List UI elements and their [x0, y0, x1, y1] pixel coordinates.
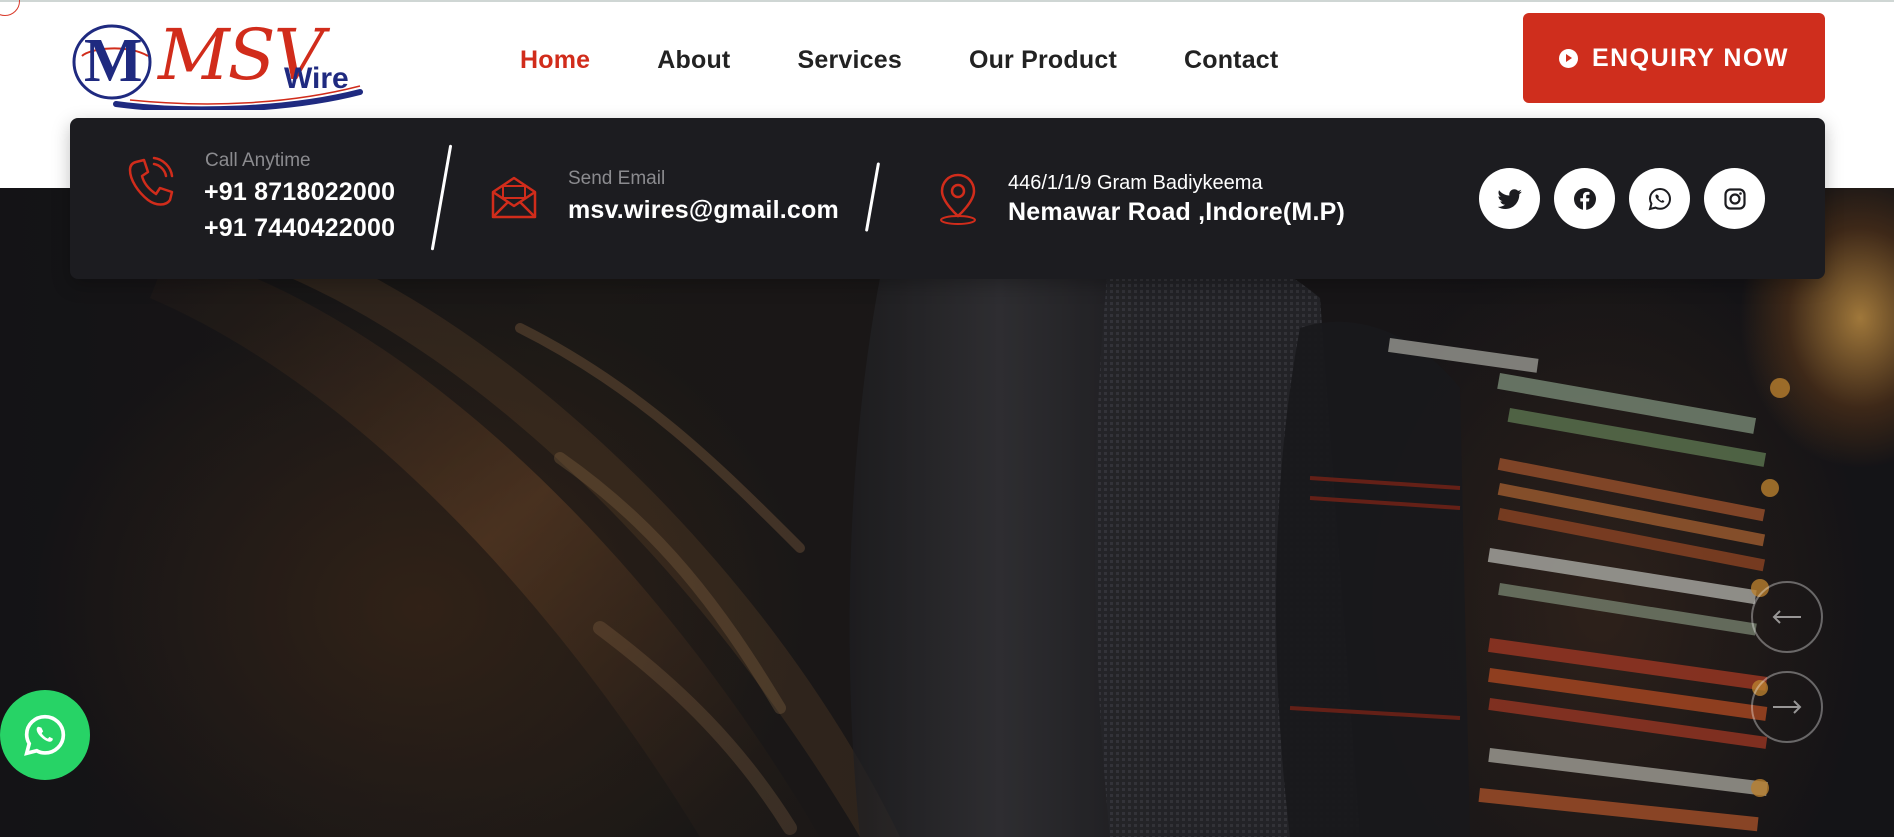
- whatsapp-icon: [1648, 187, 1671, 210]
- logo-subtext: Wire: [284, 62, 349, 95]
- slider-prev-button[interactable]: [1751, 581, 1823, 653]
- arrow-right-icon: [1773, 700, 1802, 714]
- social-instagram-button[interactable]: [1704, 168, 1765, 229]
- enquiry-button-label: ENQUIRY NOW: [1591, 43, 1790, 72]
- phone-number-primary[interactable]: +91 8718022000: [204, 178, 395, 207]
- phone-icon: [128, 156, 174, 206]
- social-twitter-button[interactable]: [1479, 168, 1540, 229]
- call-label: Call Anytime: [205, 150, 311, 171]
- envelope-icon: [491, 176, 537, 219]
- nav-item-our-product[interactable]: Our Product: [969, 46, 1117, 75]
- map-pin-icon: [940, 173, 976, 225]
- instagram-icon: [1723, 187, 1746, 210]
- nav-item-services[interactable]: Services: [797, 46, 901, 75]
- floating-whatsapp-button[interactable]: [0, 690, 90, 780]
- address-line-1: 446/1/1/9 Gram Badiykeema: [1008, 172, 1263, 194]
- site-logo[interactable]: M MSV Wire: [70, 14, 370, 113]
- enquiry-now-button[interactable]: ENQUIRY NOW: [1523, 13, 1825, 103]
- slider-next-button[interactable]: [1751, 671, 1823, 743]
- arrow-left-icon: [1772, 610, 1801, 624]
- logo-letter: M: [84, 27, 143, 95]
- hero-banner: [0, 188, 1894, 837]
- nav-item-home[interactable]: Home: [520, 46, 590, 75]
- whatsapp-icon: [24, 714, 66, 756]
- email-address[interactable]: msv.wires@gmail.com: [568, 196, 839, 225]
- divider: [430, 144, 453, 251]
- twitter-icon: [1497, 188, 1522, 209]
- phone-number-secondary[interactable]: +91 7440422000: [204, 214, 395, 243]
- main-nav: Home About Services Our Product Contact: [520, 46, 1345, 75]
- contact-info-bar: Call Anytime +91 8718022000 +91 74404220…: [70, 118, 1825, 279]
- facebook-icon: [1573, 187, 1596, 210]
- top-divider: [0, 0, 1894, 2]
- divider: [864, 162, 881, 232]
- nav-item-about[interactable]: About: [657, 46, 730, 75]
- social-whatsapp-button[interactable]: [1629, 168, 1690, 229]
- address-line-2: Nemawar Road ,Indore(M.P): [1008, 198, 1345, 226]
- nav-item-contact[interactable]: Contact: [1184, 46, 1278, 75]
- email-label: Send Email: [568, 168, 666, 189]
- hero-background-image: [0, 188, 1894, 837]
- social-facebook-button[interactable]: [1554, 168, 1615, 229]
- arrow-circle-right-icon: [1558, 48, 1578, 68]
